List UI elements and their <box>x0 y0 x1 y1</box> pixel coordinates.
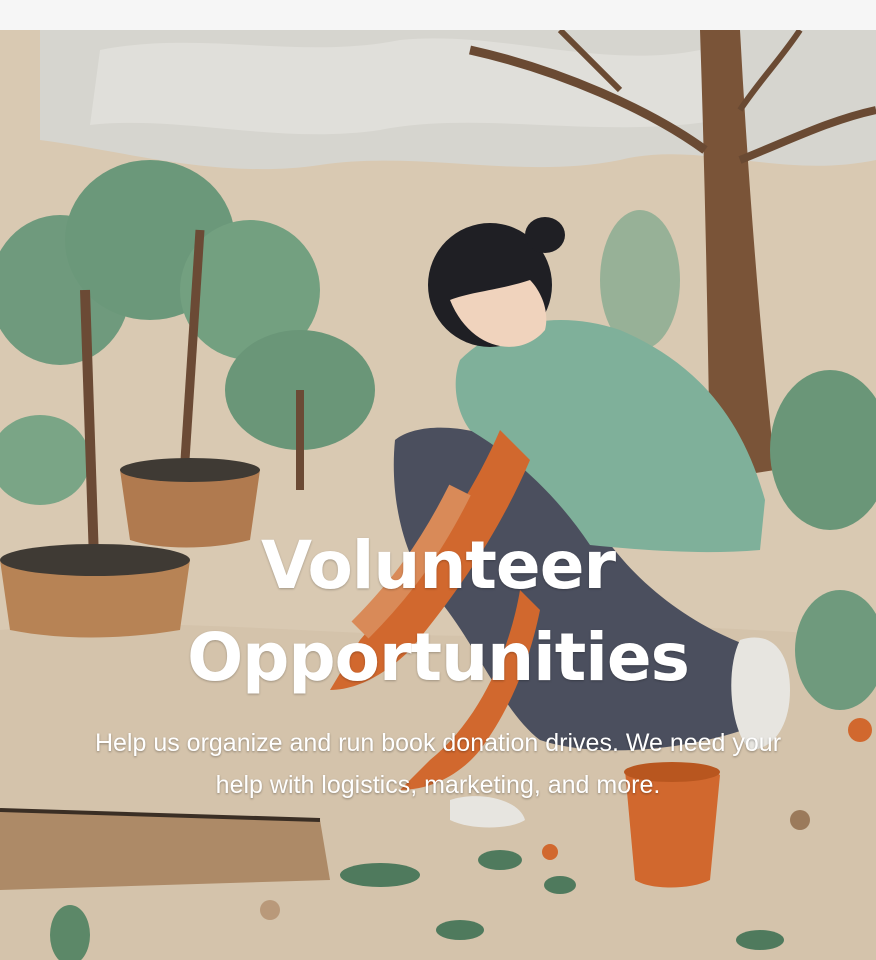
hero-description: Help us organize and run book donation d… <box>94 729 782 799</box>
top-strip <box>0 0 876 30</box>
hero-section: Volunteer Opportunities Help us organize… <box>0 30 876 960</box>
hero-title: Volunteer Opportunities <box>187 527 690 696</box>
volunteer-gardening-illustration <box>0 30 876 960</box>
hero-content: Volunteer Opportunities Help us organize… <box>0 520 876 806</box>
